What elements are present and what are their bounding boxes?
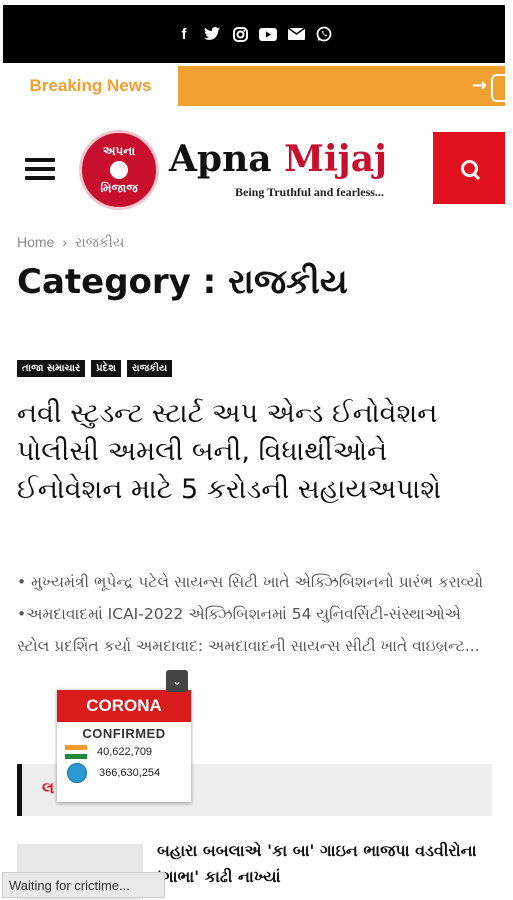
site-header: અપના મિજાજ Apna Mijaj Being Truthful and… — [3, 108, 505, 226]
india-flag-icon — [65, 745, 87, 760]
mail-icon[interactable] — [287, 25, 305, 43]
india-count: 40,622,709 — [97, 746, 153, 758]
search-button[interactable] — [433, 132, 505, 204]
site-title[interactable]: Apna Mijaj — [169, 138, 387, 180]
india-row: 40,622,709 — [65, 745, 191, 760]
site-tagline: Being Truthful and fearless... — [235, 185, 384, 199]
page-title: Category : રાજકીય — [17, 262, 348, 302]
section-title-left: લ — [42, 778, 55, 797]
menu-icon[interactable] — [25, 158, 55, 185]
globe-icon — [67, 763, 87, 783]
site-title-part2: Mijaj — [284, 138, 388, 180]
browser-status-bar: Waiting for crictime... — [2, 872, 165, 898]
world-count: 366,630,254 — [99, 767, 161, 779]
breadcrumb-home[interactable]: Home — [17, 234, 54, 250]
article-tags: તાજા સમાચાર પ્રદેશ રાજકીય — [17, 360, 173, 377]
pen-nib-icon — [110, 161, 128, 179]
whatsapp-icon[interactable] — [315, 25, 333, 43]
youtube-icon[interactable] — [259, 25, 277, 43]
search-icon — [460, 159, 478, 177]
tag-politics[interactable]: રાજકીય — [126, 360, 173, 377]
breadcrumb-current: રાજકીય — [75, 234, 125, 250]
arrow-right-icon: → — [471, 75, 487, 96]
ticker-item-icon — [491, 74, 505, 102]
social-topbar: f — [3, 5, 505, 63]
twitter-icon[interactable] — [203, 25, 221, 43]
site-logo[interactable]: અપના મિજાજ — [79, 130, 159, 210]
instagram-icon[interactable] — [231, 25, 249, 43]
breaking-news-bar: Breaking News → — [3, 66, 505, 106]
corona-widget[interactable]: CORONA CONFIRMED 40,622,709 366,630,254 — [57, 690, 191, 802]
logo-text-top: અપના — [102, 144, 136, 158]
corona-widget-title: CORONA — [57, 690, 191, 722]
breadcrumb-separator: › — [62, 234, 68, 250]
tag-latest-news[interactable]: તાજા સમાચાર — [17, 360, 86, 377]
tag-region[interactable]: પ્રદેશ — [91, 360, 121, 377]
article-excerpt: • મુખ્યમંત્રી ભૂપેન્દ્ર પટેલે સાયન્સ સિટ… — [17, 573, 484, 655]
corona-confirmed-label: CONFIRMED — [82, 726, 166, 741]
breaking-news-ticker[interactable]: → — [178, 66, 505, 106]
facebook-icon[interactable]: f — [175, 25, 193, 43]
breadcrumb: Home › રાજકીય — [17, 234, 124, 251]
article-headline[interactable]: નવી સ્ટુડન્ટ સ્ટાર્ટ અપ એન્ડ ઈનોવેશન પોલ… — [17, 395, 487, 509]
breaking-news-label: Breaking News — [3, 66, 178, 106]
logo-text-bottom: મિજાજ — [100, 181, 138, 195]
world-row: 366,630,254 — [65, 763, 191, 783]
next-article-title[interactable]: બહારા બબલાએ 'કા બા' ગાઇન ભાજપા વડવીરોના … — [157, 838, 497, 890]
site-title-part1: Apna — [169, 138, 285, 180]
chevron-down-icon[interactable]: ⌄ — [166, 670, 188, 692]
